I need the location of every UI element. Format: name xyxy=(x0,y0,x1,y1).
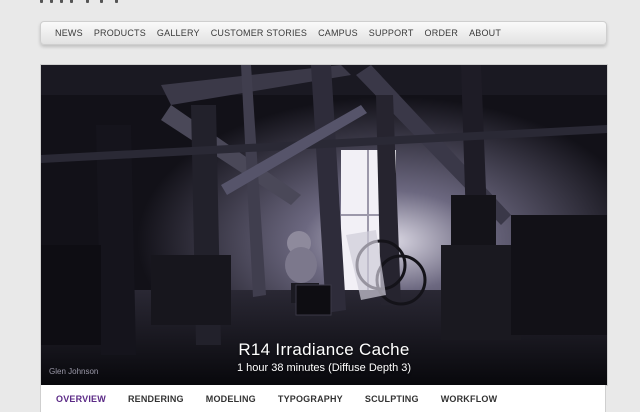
tab-overview[interactable]: OVERVIEW xyxy=(56,394,106,404)
hero-slideshow[interactable]: Glen Johnson R14 Irradiance Cache 1 hour… xyxy=(40,64,608,386)
tab-modeling[interactable]: MODELING xyxy=(206,394,256,404)
feature-tabs: OVERVIEW RENDERING MODELING TYPOGRAPHY S… xyxy=(40,385,606,412)
slide-title: R14 Irradiance Cache xyxy=(238,340,410,359)
logo[interactable] xyxy=(40,0,130,4)
tab-sculpting[interactable]: SCULPTING xyxy=(365,394,419,404)
tab-rendering[interactable]: RENDERING xyxy=(128,394,184,404)
tab-typography[interactable]: TYPOGRAPHY xyxy=(278,394,343,404)
main-nav: NEWS PRODUCTS GALLERY CUSTOMER STORIES C… xyxy=(40,21,607,45)
attic-render-image xyxy=(41,65,607,385)
nav-news[interactable]: NEWS xyxy=(55,28,83,38)
nav-products[interactable]: PRODUCTS xyxy=(94,28,146,38)
slide-subtitle: 1 hour 38 minutes (Diffuse Depth 3) xyxy=(236,362,412,374)
nav-about[interactable]: ABOUT xyxy=(469,28,501,38)
nav-campus[interactable]: CAMPUS xyxy=(318,28,358,38)
nav-support[interactable]: SUPPORT xyxy=(369,28,414,38)
nav-customer-stories[interactable]: CUSTOMER STORIES xyxy=(211,28,307,38)
nav-order[interactable]: ORDER xyxy=(425,28,459,38)
nav-gallery[interactable]: GALLERY xyxy=(157,28,200,38)
tab-workflow[interactable]: WORKFLOW xyxy=(441,394,498,404)
